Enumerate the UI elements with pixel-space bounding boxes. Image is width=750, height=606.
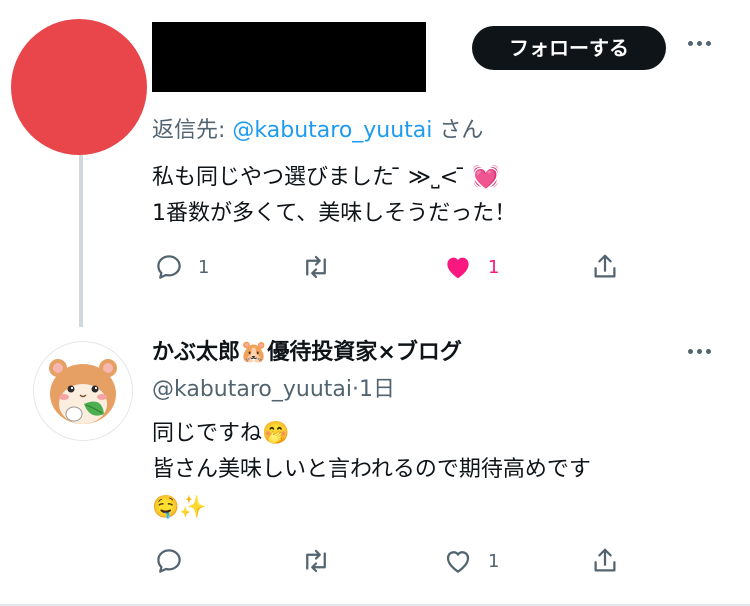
more-icon[interactable] xyxy=(684,341,714,361)
handle-line: @kabutaro_yuutai·1日 xyxy=(152,371,395,403)
tweet-text-line: 🤤✨ xyxy=(152,495,207,520)
reply-button[interactable]: 1 xyxy=(154,252,209,282)
follow-button[interactable]: フォローする xyxy=(472,26,666,70)
like-count: 1 xyxy=(488,256,500,278)
separator: · xyxy=(352,377,359,402)
avatar-hamster[interactable] xyxy=(33,341,133,441)
retweet-button[interactable] xyxy=(300,252,332,282)
reply-mention-link[interactable]: @kabutaro_yuutai xyxy=(232,118,432,143)
display-name[interactable]: かぶ太郎🐹優待投資家×ブログ xyxy=(152,334,462,366)
more-icon[interactable] xyxy=(684,33,714,53)
reply-count: 1 xyxy=(198,256,210,278)
share-button[interactable] xyxy=(590,546,620,576)
heart-filled-icon xyxy=(447,257,469,279)
reply-icon xyxy=(157,549,181,573)
like-button[interactable]: 1 xyxy=(442,546,499,576)
avatar[interactable] xyxy=(11,19,147,155)
heart-outline-icon xyxy=(446,551,470,573)
share-icon xyxy=(594,254,616,278)
tweet-text-line: 1番数が多くて、美味しそうだった！ xyxy=(152,201,517,226)
tweet-text-line: 皆さん美味しいと言われるので期待高めです xyxy=(152,457,591,482)
like-count: 1 xyxy=(488,550,500,572)
reply-to: 返信先: @kabutaro_yuutai さん xyxy=(152,112,483,144)
reply-icon xyxy=(157,255,181,279)
retweet-icon xyxy=(306,549,326,573)
redacted-author xyxy=(152,22,426,92)
share-button[interactable] xyxy=(590,252,620,282)
hamster-avatar-image xyxy=(34,342,132,440)
like-button[interactable]: 1 xyxy=(442,252,499,282)
tweet-text-line: 同じですね🤭 xyxy=(152,421,290,446)
timestamp[interactable]: 1日 xyxy=(359,377,395,402)
user-handle[interactable]: @kabutaro_yuutai xyxy=(152,377,352,402)
reply-button[interactable] xyxy=(154,546,184,576)
thread-line xyxy=(79,155,83,327)
reply-prefix: 返信先: xyxy=(152,118,233,143)
reply-suffix: さん xyxy=(432,118,484,143)
retweet-button[interactable] xyxy=(300,546,332,576)
share-icon xyxy=(594,548,616,572)
tweet-text-line: 私も同じやつ選びました ̄ ≫˽< ̄ 💓 xyxy=(152,165,500,190)
retweet-icon xyxy=(306,255,326,279)
